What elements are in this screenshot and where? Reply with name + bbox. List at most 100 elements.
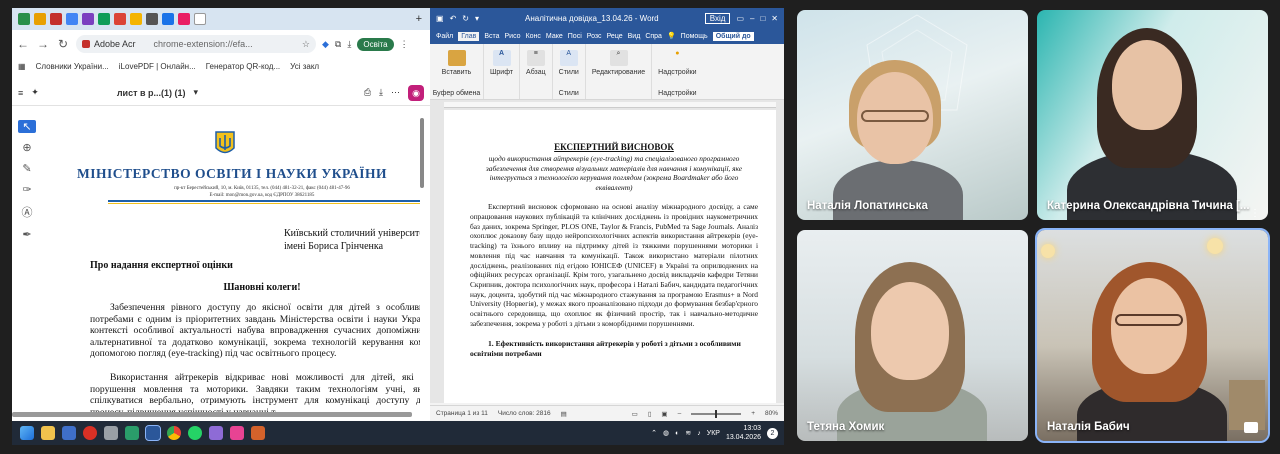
reload-icon[interactable]: ↻ [56,37,70,51]
participant-tile-active[interactable]: Наталія Бабич [1035,228,1270,443]
active-tab[interactable] [194,13,206,25]
tray-icon[interactable]: ◍ [663,429,669,437]
browser-tabstrip[interactable]: + [12,8,430,30]
customize-qat-icon[interactable]: ▾ [475,14,479,23]
ribbon-tab[interactable]: Реце [607,33,623,40]
download-pdf-icon[interactable]: ⤓ [379,87,383,98]
tab-favicon-icon[interactable] [50,13,62,25]
menu-icon[interactable]: ⋮ [400,39,409,50]
notepad-icon[interactable] [62,426,76,440]
ribbon-tab[interactable]: Рисо [505,33,521,40]
addins-icon[interactable]: ● [668,50,687,66]
styles-icon[interactable]: A [559,50,578,66]
text-tool-icon[interactable]: Ⓐ [22,204,33,220]
bookmark-item[interactable]: iLovePDF | Онлайн... [119,62,196,71]
clock[interactable]: 13:03 13.04.2026 [726,424,761,442]
ribbon-tab[interactable]: Конс [526,33,541,40]
acrobat-ai-icon[interactable]: ◉ [408,84,424,101]
word-count[interactable]: Число слов: 2816 [498,410,551,417]
ribbon-tab[interactable]: Розс [587,33,602,40]
tab-favicon-icon[interactable] [34,13,46,25]
pen-tool-icon[interactable]: ✎ [22,162,31,175]
ribbon-tab[interactable]: Посі [568,33,582,40]
app-icon[interactable] [230,426,244,440]
ribbon-display-icon[interactable]: ▭ [736,14,744,23]
extensions-puzzle-icon[interactable]: ⧉ [335,39,341,50]
maximize-icon[interactable]: □ [760,14,765,23]
font-icon[interactable]: A [492,50,511,66]
tab-favicon-icon[interactable] [82,13,94,25]
cursor-tool-icon[interactable]: ↖ [18,120,36,133]
tray-icon[interactable]: ⌃ [651,429,657,437]
paragraph-icon[interactable]: ≡ [526,50,545,66]
ribbon-tab[interactable]: Спра [645,33,662,40]
paragraph-button[interactable]: Абзац [526,69,546,76]
ribbon-tab[interactable]: Файл [436,33,453,40]
wifi-icon[interactable]: ≋ [685,429,691,437]
address-bar[interactable]: Adobe Acr chrome-extension://efa... ☆ [76,35,316,53]
print-layout-icon[interactable]: ▣ [661,410,667,418]
bookmark-item[interactable]: Усі закл [290,62,319,71]
paste-button[interactable]: Вставить [442,69,472,76]
zoom-level[interactable]: 80% [765,410,784,417]
word-taskbar-icon[interactable] [145,425,161,441]
app-icon[interactable] [209,426,223,440]
close-icon[interactable]: ✕ [771,14,778,23]
language-indicator[interactable]: УКР [707,430,720,437]
minimize-icon[interactable]: – [750,14,754,23]
addins-button[interactable]: Надстройки [658,69,696,76]
tray-icon[interactable]: ◐ [675,430,679,437]
extension-icon[interactable]: ◆ [322,39,329,50]
tab-favicon-icon[interactable] [18,13,30,25]
ribbon-tab[interactable]: Маке [546,33,563,40]
dropdown-chevron-icon[interactable]: ▾ [194,87,199,98]
bookmark-item[interactable]: Генератор QR-код... [206,62,280,71]
undo-icon[interactable]: ↶ [450,14,457,23]
horizontal-scrollbar[interactable] [12,412,412,417]
new-tab-icon[interactable]: + [416,13,430,25]
participant-tile[interactable]: Катерина Олександрівна Тичина [... ⋮ [1037,10,1268,220]
forward-icon[interactable]: → [36,37,50,51]
tab-favicon-icon[interactable] [130,13,142,25]
bookmark-star-icon[interactable]: ☆ [302,39,310,50]
print-icon[interactable]: ⎙ [364,87,371,98]
whatsapp-icon[interactable] [188,426,202,440]
app-icon[interactable] [104,426,118,440]
styles-button[interactable]: Стили [559,69,579,76]
comment-tool-icon[interactable]: ⊕ [22,141,31,154]
tab-favicon-icon[interactable] [146,13,158,25]
paste-icon[interactable] [447,50,466,66]
proofing-icon[interactable]: ▤ [561,410,567,418]
zoom-slider[interactable] [691,409,742,418]
app-icon[interactable] [251,426,265,440]
horizontal-ruler[interactable] [444,102,776,108]
lightbulb-icon[interactable]: 💡 [667,32,676,40]
hamburger-icon[interactable]: ≡ [18,88,23,98]
tab-favicon-icon[interactable] [66,13,78,25]
ribbon-tab-active[interactable]: Глав [458,31,480,41]
editing-button[interactable]: Редактирование [592,69,645,76]
ribbon-tab[interactable]: Помощь [681,33,708,40]
tab-favicon-icon[interactable] [98,13,110,25]
start-icon[interactable] [20,426,34,440]
app-icon[interactable] [125,426,139,440]
profile-button[interactable]: Освіта [357,37,394,51]
bookmark-item[interactable]: Словники України... [36,62,109,71]
chrome-icon[interactable] [167,426,181,440]
app-icon[interactable] [83,426,97,440]
share-button[interactable]: Общий до [712,31,754,41]
zoom-in-icon[interactable]: + [751,410,755,417]
read-mode-icon[interactable]: ▯ [648,410,652,418]
ribbon-tab[interactable]: Вста [484,33,499,40]
more-icon[interactable]: ⋯ [391,87,400,98]
more-options-icon[interactable]: ⋮ [1250,208,1260,219]
tab-favicon-icon[interactable] [162,13,174,25]
volume-icon[interactable]: ♪ [697,430,701,437]
download-icon[interactable]: ⤓ [347,39,351,50]
participant-tile[interactable]: Наталія Лопатинська [797,10,1028,220]
search-icon[interactable]: ⌕ [609,50,628,66]
ai-assistant-icon[interactable]: ✦ [31,87,39,98]
tab-favicon-icon[interactable] [114,13,126,25]
pdf-scrollbar[interactable] [420,118,424,188]
font-button[interactable]: Шрифт [490,69,513,76]
